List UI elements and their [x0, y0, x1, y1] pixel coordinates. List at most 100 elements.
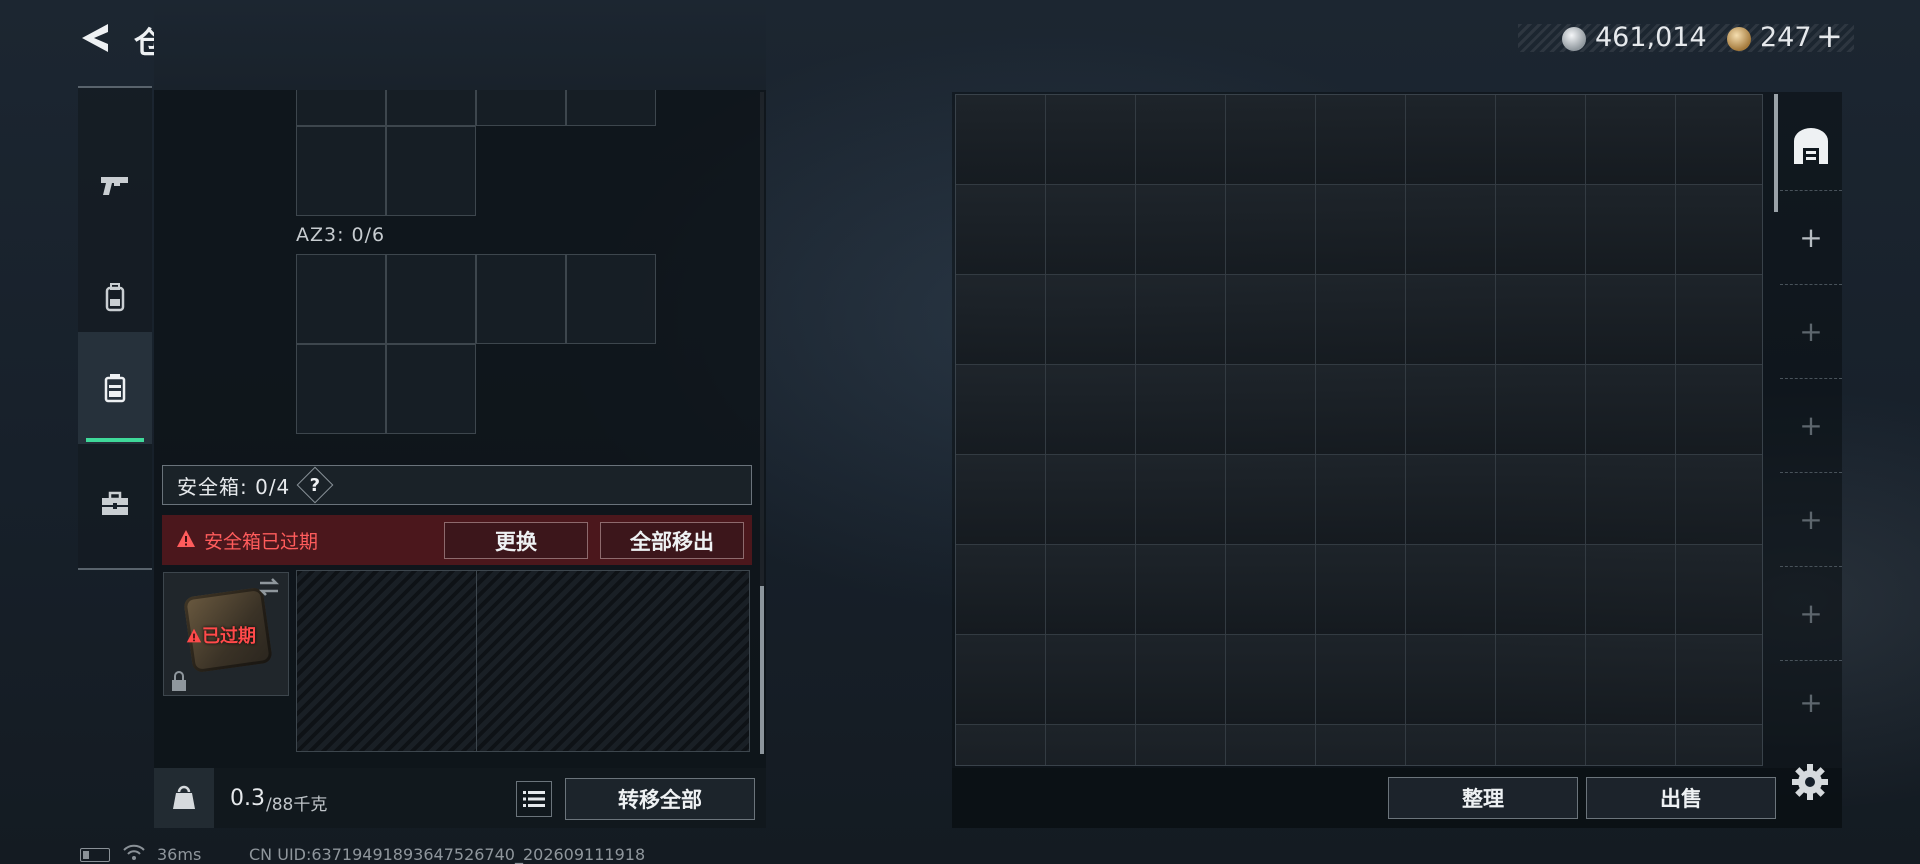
warehouse-slot[interactable]: [1406, 365, 1496, 455]
warehouse-slot[interactable]: [1046, 365, 1136, 455]
warehouse-slot[interactable]: [1406, 185, 1496, 275]
warehouse-slot[interactable]: [1676, 365, 1762, 455]
warehouse-slot[interactable]: [956, 95, 1046, 185]
warehouse-slot[interactable]: [1676, 635, 1762, 725]
az3-slot[interactable]: [386, 254, 476, 344]
warehouse-slot[interactable]: [1586, 185, 1676, 275]
az3-slot[interactable]: [296, 254, 386, 344]
warehouse-slot[interactable]: [1406, 455, 1496, 545]
warehouse-slot[interactable]: [1676, 455, 1762, 545]
warehouse-slot[interactable]: [1316, 185, 1406, 275]
az3-slot[interactable]: [296, 344, 386, 434]
warehouse-slot[interactable]: [1406, 95, 1496, 185]
az3-slot[interactable]: [386, 344, 476, 434]
container-scroll-thumb[interactable]: [760, 586, 764, 754]
warehouse-slot[interactable]: [1136, 635, 1226, 725]
settings-gear-icon[interactable]: [1790, 762, 1830, 802]
warehouse-slot[interactable]: [1136, 365, 1226, 455]
warehouse-slot[interactable]: [1586, 545, 1676, 635]
swap-icon[interactable]: [256, 576, 282, 598]
add-warehouse-page[interactable]: +: [1780, 284, 1842, 378]
warehouse-slot[interactable]: [1136, 185, 1226, 275]
warehouse-slot[interactable]: [1316, 365, 1406, 455]
warehouse-slot[interactable]: [1316, 545, 1406, 635]
warehouse-slot[interactable]: [1226, 455, 1316, 545]
warehouse-slot[interactable]: [1406, 275, 1496, 365]
warehouse-slot[interactable]: [1496, 95, 1586, 185]
warehouse-slot[interactable]: [1136, 95, 1226, 185]
warehouse-slot[interactable]: [1046, 455, 1136, 545]
warehouse-slot[interactable]: [1406, 635, 1496, 725]
warehouse-slot[interactable]: [1226, 545, 1316, 635]
warehouse-slot[interactable]: [1316, 95, 1406, 185]
back-button[interactable]: [78, 20, 114, 56]
warehouse-slot[interactable]: [1046, 95, 1136, 185]
az3-slot[interactable]: [476, 254, 566, 344]
replace-safebox-button[interactable]: 更换: [444, 522, 588, 559]
warehouse-slot[interactable]: [1496, 635, 1586, 725]
warehouse-slot[interactable]: [1496, 185, 1586, 275]
tab-safebox[interactable]: [78, 332, 152, 444]
warehouse-slot[interactable]: [1046, 185, 1136, 275]
warehouse-slot[interactable]: [1676, 185, 1762, 275]
add-warehouse-page[interactable]: +: [1780, 190, 1842, 284]
warehouse-slot[interactable]: [956, 545, 1046, 635]
warehouse-slot[interactable]: [956, 725, 1046, 765]
warehouse-slot[interactable]: [1316, 725, 1406, 765]
tab-weapons[interactable]: [78, 129, 152, 241]
remove-all-button[interactable]: 全部移出: [600, 522, 744, 559]
warehouse-slot[interactable]: [1496, 275, 1586, 365]
sell-button[interactable]: 出售: [1586, 777, 1776, 819]
warehouse-slot[interactable]: [1316, 455, 1406, 545]
warehouse-slot[interactable]: [1406, 545, 1496, 635]
warehouse-slot[interactable]: [1496, 455, 1586, 545]
warehouse-slot[interactable]: [1226, 365, 1316, 455]
warehouse-slot[interactable]: [1316, 635, 1406, 725]
warehouse-slot[interactable]: [1586, 455, 1676, 545]
warehouse-page-main[interactable]: [1780, 104, 1842, 188]
warehouse-slot[interactable]: [956, 635, 1046, 725]
arrange-button[interactable]: 整理: [1388, 777, 1578, 819]
container-slot[interactable]: [296, 126, 386, 216]
warehouse-slot[interactable]: [1676, 725, 1762, 765]
warehouse-slot[interactable]: [1316, 275, 1406, 365]
add-warehouse-page[interactable]: +: [1780, 472, 1842, 566]
warehouse-slot[interactable]: [1136, 725, 1226, 765]
warehouse-slot[interactable]: [1676, 275, 1762, 365]
warehouse-slot[interactable]: [1226, 635, 1316, 725]
list-view-button[interactable]: [516, 781, 552, 817]
add-gold-button[interactable]: +: [1816, 17, 1843, 55]
warehouse-slot[interactable]: [956, 365, 1046, 455]
warehouse-slot[interactable]: [1586, 635, 1676, 725]
warehouse-slot[interactable]: [956, 455, 1046, 545]
warehouse-slot[interactable]: [1676, 545, 1762, 635]
warehouse-slot[interactable]: [1046, 725, 1136, 765]
warehouse-slot[interactable]: [1136, 275, 1226, 365]
warehouse-slot[interactable]: [1136, 455, 1226, 545]
warehouse-slot[interactable]: [1226, 95, 1316, 185]
transfer-all-button[interactable]: 转移全部: [565, 778, 755, 820]
warehouse-slot[interactable]: [1586, 725, 1676, 765]
warehouse-slot[interactable]: [956, 275, 1046, 365]
warehouse-slot[interactable]: [1676, 95, 1762, 185]
safebox-help-button[interactable]: ?: [296, 466, 334, 504]
warehouse-slot[interactable]: [1586, 95, 1676, 185]
tab-toolbox[interactable]: [78, 448, 152, 560]
warehouse-slot[interactable]: [1586, 365, 1676, 455]
warehouse-scroll-thumb[interactable]: [1774, 94, 1778, 212]
container-slot[interactable]: [386, 126, 476, 216]
warehouse-slot[interactable]: [1226, 275, 1316, 365]
warehouse-slot[interactable]: [1496, 725, 1586, 765]
warehouse-slot[interactable]: [1496, 545, 1586, 635]
warehouse-slot[interactable]: [1226, 725, 1316, 765]
warehouse-slot[interactable]: [1496, 365, 1586, 455]
warehouse-slot[interactable]: [956, 185, 1046, 275]
add-warehouse-page[interactable]: +: [1780, 378, 1842, 472]
add-warehouse-page[interactable]: +: [1780, 660, 1842, 744]
warehouse-slot[interactable]: [1226, 185, 1316, 275]
warehouse-slot[interactable]: [1046, 275, 1136, 365]
az3-slot[interactable]: [566, 254, 656, 344]
warehouse-slot[interactable]: [1046, 635, 1136, 725]
add-warehouse-page[interactable]: +: [1780, 566, 1842, 660]
warehouse-slot[interactable]: [1406, 725, 1496, 765]
